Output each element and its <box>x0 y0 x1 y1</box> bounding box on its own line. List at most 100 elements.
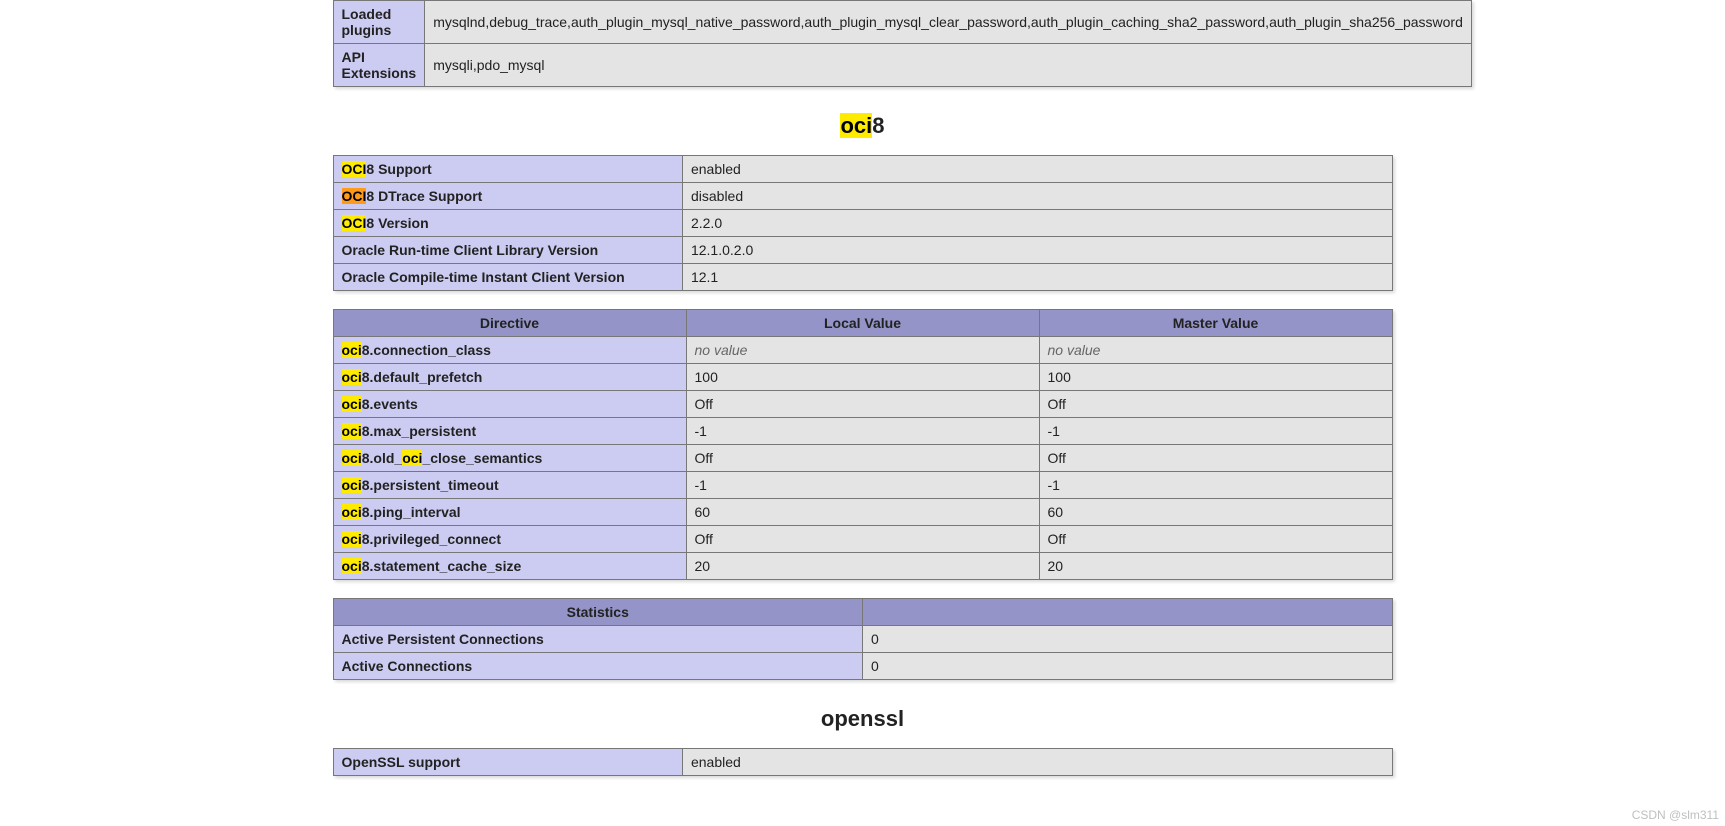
label-highlight: OCI <box>342 188 367 204</box>
label-highlight: OCI <box>342 215 367 231</box>
label-highlight: oci <box>342 504 362 520</box>
row-label: API Extensions <box>333 44 425 87</box>
row-label: Oracle Compile-time Instant Client Versi… <box>333 264 682 291</box>
label-highlight: oci <box>342 477 362 493</box>
table-row: oci8.default_prefetch100100 <box>333 364 1392 391</box>
section-heading-oci8: oci8 <box>333 113 1393 139</box>
table-row: oci8.statement_cache_size2020 <box>333 553 1392 580</box>
directive-name: oci8.persistent_timeout <box>333 472 686 499</box>
row-value: 2.2.0 <box>682 210 1392 237</box>
section-heading-openssl: openssl <box>333 706 1393 732</box>
heading-highlight: oci <box>840 113 872 138</box>
table-row: Oracle Run-time Client Library Version 12… <box>333 237 1392 264</box>
col-local-value: Local Value <box>686 310 1039 337</box>
directive-name: oci8.statement_cache_size <box>333 553 686 580</box>
row-label: OCI8 Support <box>333 156 682 183</box>
row-label: OpenSSL support <box>333 749 682 776</box>
label-rest: Oracle Compile-time Instant Client Versi… <box>342 269 625 285</box>
mysqlnd-table-tail: Loaded plugins mysqlnd,debug_trace,auth_… <box>333 0 1472 87</box>
label-rest: 8 DTrace Support <box>366 188 482 204</box>
row-label: Active Connections <box>333 653 863 680</box>
table-row: OCI8 Supportenabled <box>333 156 1392 183</box>
label-highlight: oci <box>342 396 362 412</box>
oci8-directives-table: Directive Local Value Master Value oci8.… <box>333 309 1393 580</box>
row-value: 12.1.0.2.0 <box>682 237 1392 264</box>
directive-name: oci8.connection_class <box>333 337 686 364</box>
table-row: Active Persistent Connections0 <box>333 626 1392 653</box>
master-value: Off <box>1039 391 1392 418</box>
row-value: disabled <box>682 183 1392 210</box>
master-value: -1 <box>1039 472 1392 499</box>
label-highlight: oci <box>342 423 362 439</box>
label-highlight: oci <box>342 450 362 466</box>
oci8-info-table: OCI8 SupportenabledOCI8 DTrace Supportdi… <box>333 155 1393 291</box>
directive-name: oci8.max_persistent <box>333 418 686 445</box>
table-row: oci8.connection_classno valueno value <box>333 337 1392 364</box>
directive-name: oci8.old_oci_close_semantics <box>333 445 686 472</box>
label-highlight: oci <box>402 450 422 466</box>
label-highlight: oci <box>342 342 362 358</box>
row-value: enabled <box>682 749 1392 776</box>
local-value: Off <box>686 526 1039 553</box>
label-highlight: OCI <box>342 161 367 177</box>
row-value: enabled <box>682 156 1392 183</box>
label-rest: Oracle Run-time Client Library Version <box>342 242 599 258</box>
directive-name: oci8.privileged_connect <box>333 526 686 553</box>
table-header-row: Statistics <box>333 599 1392 626</box>
master-value: Off <box>1039 526 1392 553</box>
table-row: oci8.privileged_connectOffOff <box>333 526 1392 553</box>
table-row: Loaded plugins mysqlnd,debug_trace,auth_… <box>333 1 1471 44</box>
label-rest: 8 Support <box>366 161 431 177</box>
label-highlight: oci <box>342 369 362 385</box>
label-rest: 8 Version <box>366 215 428 231</box>
label-highlight: oci <box>342 531 362 547</box>
col-blank <box>863 599 1393 626</box>
heading-rest: 8 <box>872 113 884 138</box>
local-value: Off <box>686 391 1039 418</box>
master-value: -1 <box>1039 418 1392 445</box>
master-value: no value <box>1039 337 1392 364</box>
table-row: oci8.persistent_timeout-1-1 <box>333 472 1392 499</box>
table-row: OCI8 Version2.2.0 <box>333 210 1392 237</box>
table-row: oci8.eventsOffOff <box>333 391 1392 418</box>
local-value: -1 <box>686 472 1039 499</box>
col-master-value: Master Value <box>1039 310 1392 337</box>
directive-name: oci8.default_prefetch <box>333 364 686 391</box>
row-value: 0 <box>863 626 1393 653</box>
label-highlight: oci <box>342 558 362 574</box>
local-value: 100 <box>686 364 1039 391</box>
master-value: 20 <box>1039 553 1392 580</box>
table-row: oci8.max_persistent-1-1 <box>333 418 1392 445</box>
oci8-statistics-table: Statistics Active Persistent Connections… <box>333 598 1393 680</box>
directive-name: oci8.events <box>333 391 686 418</box>
col-statistics: Statistics <box>333 599 863 626</box>
row-label: Active Persistent Connections <box>333 626 863 653</box>
row-label: OCI8 Version <box>333 210 682 237</box>
table-row: oci8.ping_interval6060 <box>333 499 1392 526</box>
master-value: Off <box>1039 445 1392 472</box>
openssl-info-table: OpenSSL support enabled <box>333 748 1393 776</box>
row-value: 12.1 <box>682 264 1392 291</box>
table-row: Oracle Compile-time Instant Client Versi… <box>333 264 1392 291</box>
local-value: Off <box>686 445 1039 472</box>
local-value: 60 <box>686 499 1039 526</box>
watermark: CSDN @slm311 <box>1632 808 1719 822</box>
table-row: oci8.old_oci_close_semanticsOffOff <box>333 445 1392 472</box>
table-row: API Extensions mysqli,pdo_mysql <box>333 44 1471 87</box>
row-value: 0 <box>863 653 1393 680</box>
master-value: 100 <box>1039 364 1392 391</box>
table-row: Active Connections0 <box>333 653 1392 680</box>
directive-name: oci8.ping_interval <box>333 499 686 526</box>
local-value: -1 <box>686 418 1039 445</box>
row-value: mysqli,pdo_mysql <box>425 44 1472 87</box>
local-value: 20 <box>686 553 1039 580</box>
row-value: mysqlnd,debug_trace,auth_plugin_mysql_na… <box>425 1 1472 44</box>
table-row: OCI8 DTrace Supportdisabled <box>333 183 1392 210</box>
col-directive: Directive <box>333 310 686 337</box>
table-row: OpenSSL support enabled <box>333 749 1392 776</box>
row-label: Oracle Run-time Client Library Version <box>333 237 682 264</box>
master-value: 60 <box>1039 499 1392 526</box>
row-label: OCI8 DTrace Support <box>333 183 682 210</box>
local-value: no value <box>686 337 1039 364</box>
table-header-row: Directive Local Value Master Value <box>333 310 1392 337</box>
